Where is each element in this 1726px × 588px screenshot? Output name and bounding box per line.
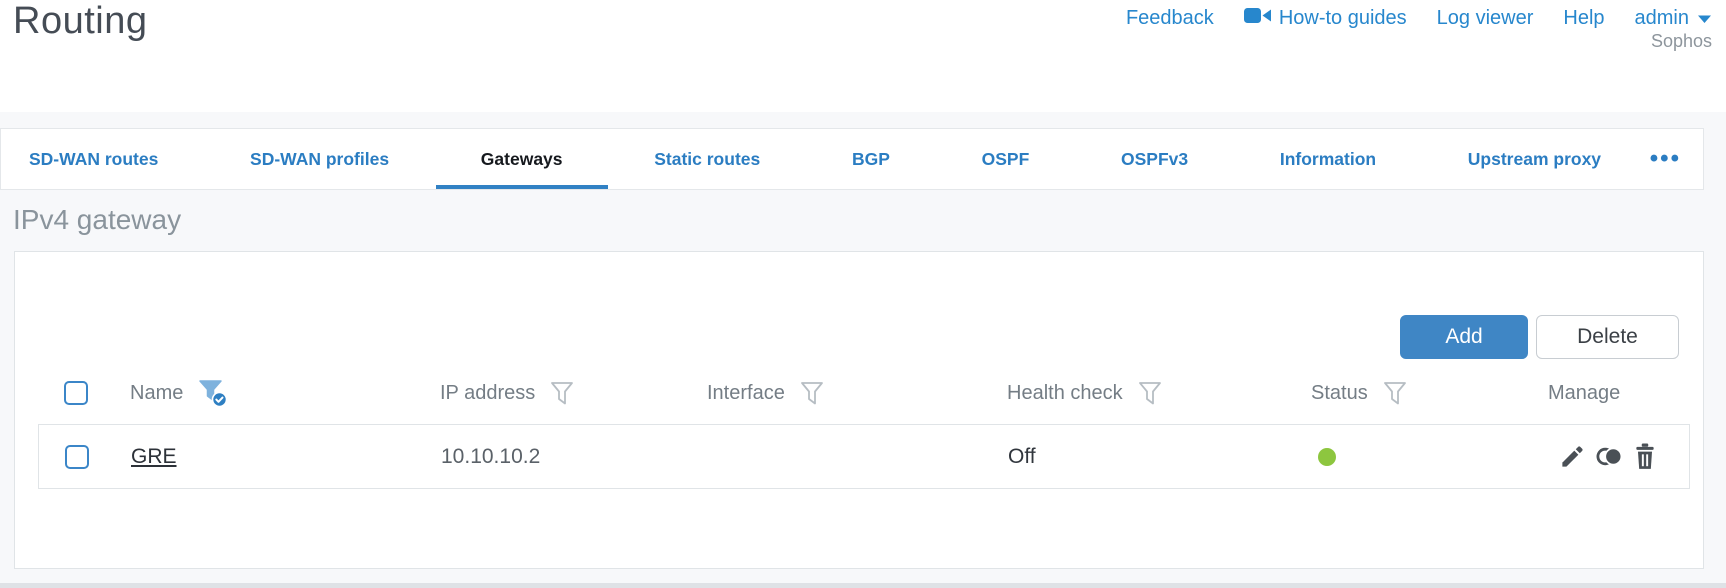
log-viewer-label: Log viewer [1436,7,1534,29]
section-title: IPv4 gateway [13,204,182,235]
tab-static-routes[interactable]: Static routes [609,129,805,189]
tab-bar: SD-WAN routes SD-WAN profiles Gateways S… [0,128,1704,190]
caret-down-icon [1697,7,1712,30]
top-nav: Feedback How-to guides Log viewer Help a… [1126,6,1712,31]
bottom-divider [0,583,1726,588]
gateway-name-cell: GRE [131,445,441,469]
page-title: Routing [13,0,148,42]
column-header-manage: Manage [1548,382,1690,405]
column-label-ip-address: IP address [440,381,536,404]
help-label: Help [1563,7,1605,29]
column-header-health-check: Health check [1007,380,1311,407]
filter-icon[interactable] [799,380,825,407]
column-label-manage: Manage [1548,381,1621,404]
admin-menu[interactable]: admin [1635,7,1712,30]
column-label-name: Name [130,381,184,404]
row-checkbox[interactable] [65,444,89,469]
page-header: Routing Feedback How-to guides Log viewe… [0,0,1726,112]
card-toolbar: Add Delete [1400,315,1679,359]
tab-ospf[interactable]: OSPF [937,129,1075,189]
header-checkbox-cell [38,381,130,405]
table-header-row: Name IP address Interface Health check S… [38,362,1690,424]
column-label-status: Status [1311,381,1368,404]
filter-active-icon[interactable] [197,378,229,408]
tab-gateways[interactable]: Gateways [435,129,608,189]
log-viewer-link[interactable]: Log viewer [1437,7,1534,30]
brand-label: Sophos [1650,31,1712,51]
filter-icon[interactable] [549,380,575,407]
row-checkbox-cell [39,444,131,469]
how-to-guides-link[interactable]: How-to guides [1243,6,1407,31]
gateway-table: Name IP address Interface Health check S… [38,362,1690,489]
tab-sd-wan-routes[interactable]: SD-WAN routes [1,129,203,189]
tab-sd-wan-profiles[interactable]: SD-WAN profiles [205,129,434,189]
tab-ospfv3[interactable]: OSPFv3 [1076,129,1233,189]
feedback-link[interactable]: Feedback [1126,7,1214,30]
column-label-interface: Interface [707,381,785,404]
add-button[interactable]: Add [1400,315,1528,359]
clone-icon[interactable] [1595,443,1623,470]
feedback-label: Feedback [1125,7,1214,29]
column-header-ip-address: IP address [440,380,707,407]
how-to-guides-label: How-to guides [1278,7,1407,29]
status-up-dot [1318,447,1336,466]
admin-label: admin [1634,7,1689,29]
tab-upstream-proxy[interactable]: Upstream proxy [1423,129,1646,189]
column-header-interface: Interface [707,380,1007,407]
column-header-status: Status [1311,380,1548,407]
gateway-card: Add Delete Name IP address Interface Hea… [14,251,1704,569]
edit-icon[interactable] [1559,443,1586,470]
gateway-ip-cell: 10.10.10.2 [441,444,541,468]
gateway-health-check-cell: Off [1008,444,1036,468]
gateway-name-link[interactable]: GRE [131,445,177,468]
delete-button[interactable]: Delete [1536,315,1679,359]
table-row: GRE 10.10.10.2 Off [38,424,1690,489]
column-header-name: Name [130,378,440,408]
column-label-health-check: Health check [1007,381,1123,404]
video-camera-icon [1243,6,1271,31]
more-tabs-icon[interactable]: ••• [1648,129,1683,189]
filter-icon[interactable] [1382,380,1408,407]
delete-trash-icon[interactable] [1632,443,1658,470]
help-link[interactable]: Help [1563,7,1604,30]
tab-information[interactable]: Information [1235,129,1421,189]
tab-bgp[interactable]: BGP [807,129,935,189]
filter-icon[interactable] [1137,380,1163,407]
gateway-manage-cell [1559,443,1689,470]
gateway-status-cell [1312,447,1549,466]
select-all-checkbox[interactable] [64,381,88,405]
